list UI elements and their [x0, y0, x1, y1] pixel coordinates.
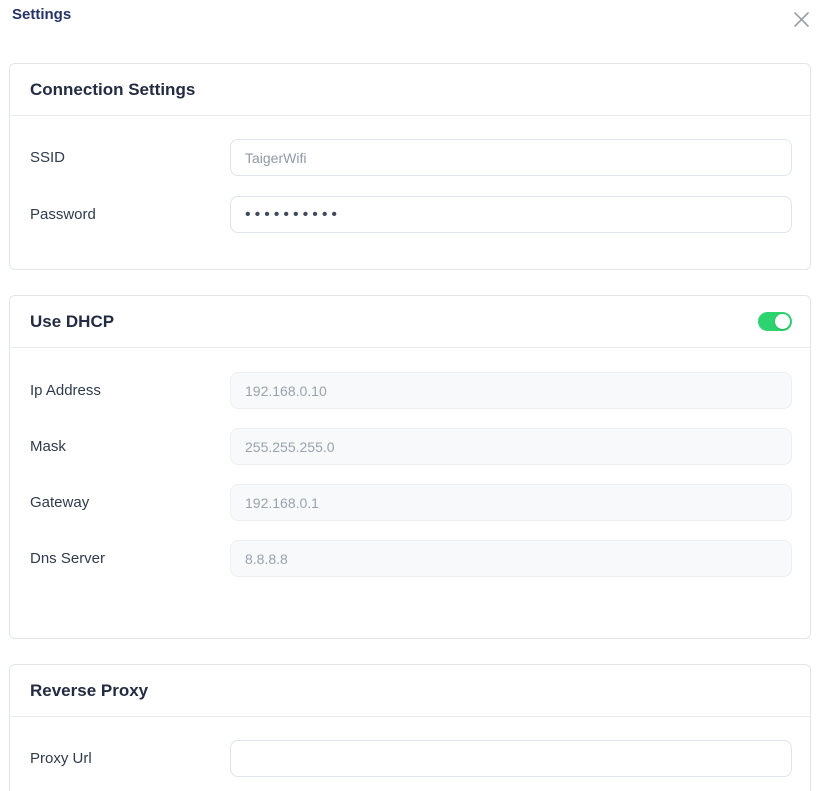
- page-title: Settings: [12, 6, 71, 24]
- toggle-knob: [775, 314, 790, 329]
- ip-address-label: Ip Address: [30, 382, 230, 399]
- settings-page: Settings Connection Settings SSID Passwo…: [0, 0, 820, 791]
- gateway-input: [230, 484, 792, 521]
- field-row-password: Password: [30, 196, 792, 233]
- reverse-proxy-card: Reverse Proxy Proxy Url: [9, 664, 811, 791]
- ip-address-input: [230, 372, 792, 409]
- reverse-proxy-header: Reverse Proxy: [10, 665, 810, 717]
- proxy-url-input[interactable]: [230, 740, 792, 777]
- field-row-proxy-url: Proxy Url: [30, 740, 792, 777]
- mask-input: [230, 428, 792, 465]
- connection-settings-card: Connection Settings SSID Password: [9, 63, 811, 270]
- dhcp-title: Use DHCP: [30, 311, 114, 332]
- connection-settings-body: SSID Password: [10, 116, 810, 269]
- use-dhcp-toggle[interactable]: [758, 312, 792, 331]
- connection-settings-title: Connection Settings: [30, 79, 195, 100]
- ssid-label: SSID: [30, 149, 230, 166]
- dhcp-header: Use DHCP: [10, 296, 810, 348]
- field-row-ssid: SSID: [30, 139, 792, 176]
- dhcp-card: Use DHCP Ip Address Mask Gateway Dns Ser…: [9, 295, 811, 639]
- field-row-mask: Mask: [30, 428, 792, 465]
- proxy-url-label: Proxy Url: [30, 750, 230, 767]
- connection-settings-header: Connection Settings: [10, 64, 810, 116]
- ssid-input[interactable]: [230, 139, 792, 176]
- mask-label: Mask: [30, 438, 230, 455]
- page-header: Settings: [0, 0, 820, 30]
- field-row-gateway: Gateway: [30, 484, 792, 521]
- password-label: Password: [30, 206, 230, 223]
- close-icon[interactable]: [790, 8, 812, 30]
- field-row-dns-server: Dns Server: [30, 540, 792, 577]
- dns-server-input: [230, 540, 792, 577]
- dns-server-label: Dns Server: [30, 550, 230, 567]
- field-row-ip-address: Ip Address: [30, 372, 792, 409]
- reverse-proxy-body: Proxy Url: [10, 717, 810, 791]
- password-input[interactable]: [230, 196, 792, 233]
- dhcp-body: Ip Address Mask Gateway Dns Server: [10, 348, 810, 638]
- gateway-label: Gateway: [30, 494, 230, 511]
- reverse-proxy-title: Reverse Proxy: [30, 680, 148, 701]
